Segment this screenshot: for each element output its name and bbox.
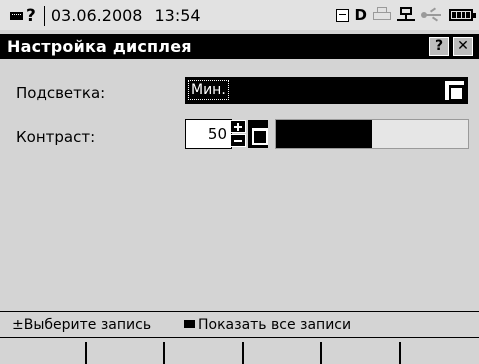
usb-icon xyxy=(421,7,443,22)
softkey-bar xyxy=(0,338,479,364)
keyboard-icon xyxy=(184,320,195,328)
help-mark-icon: ? xyxy=(26,6,36,26)
network-icon xyxy=(397,7,415,23)
softkey-separator xyxy=(85,342,87,364)
softkey-separator xyxy=(320,342,322,364)
hint-bar: ±Выберите запись Показать все записи xyxy=(0,311,479,338)
plus-minus-icon: ± xyxy=(12,317,24,333)
contrast-dropdown-icon[interactable] xyxy=(248,120,268,148)
softkey-separator xyxy=(242,342,244,364)
printer-icon xyxy=(373,7,391,23)
close-button[interactable]: ✕ xyxy=(453,37,473,56)
status-bar: ? 03.06.2008 13:54 D xyxy=(0,0,479,30)
contrast-value-field[interactable]: 50 xyxy=(185,119,232,149)
status-separator xyxy=(43,6,45,26)
hint-select: ±Выберите запись xyxy=(12,316,151,334)
keyboard-icon xyxy=(10,12,23,20)
status-bar-icons: D xyxy=(335,6,476,24)
floppy-icon xyxy=(335,8,349,22)
help-button[interactable]: ? xyxy=(429,37,449,56)
softkey-separator xyxy=(163,342,165,364)
increase-icon[interactable] xyxy=(230,120,246,133)
backlight-value: Мин. xyxy=(188,80,229,100)
settings-panel: Подсветка: Мин. Контраст: 50 xyxy=(0,62,479,311)
contrast-label: Контраст: xyxy=(16,128,96,146)
decrease-icon[interactable] xyxy=(230,134,246,147)
contrast-slider[interactable] xyxy=(275,119,469,149)
window-title: Настройка дисплея xyxy=(7,37,192,56)
backlight-dropdown-icon[interactable] xyxy=(445,81,464,101)
backlight-select[interactable]: Мин. xyxy=(185,77,468,104)
hint-select-text: Выберите запись xyxy=(23,317,152,333)
status-time: 13:54 xyxy=(154,6,201,25)
status-date: 03.06.2008 xyxy=(50,6,143,25)
hint-show-text: Показать все записи xyxy=(198,317,352,333)
window-titlebar: Настройка дисплея ? ✕ xyxy=(0,34,479,59)
battery-icon xyxy=(449,9,476,21)
hint-show-all: Показать все записи xyxy=(184,316,351,334)
contrast-stepper[interactable] xyxy=(230,120,246,148)
contrast-slider-fill xyxy=(276,120,372,148)
status-bar-left: ? 03.06.2008 13:54 xyxy=(10,6,201,26)
drive-d-icon: D xyxy=(354,6,367,24)
softkey-separator xyxy=(399,342,401,364)
backlight-label: Подсветка: xyxy=(16,84,106,102)
